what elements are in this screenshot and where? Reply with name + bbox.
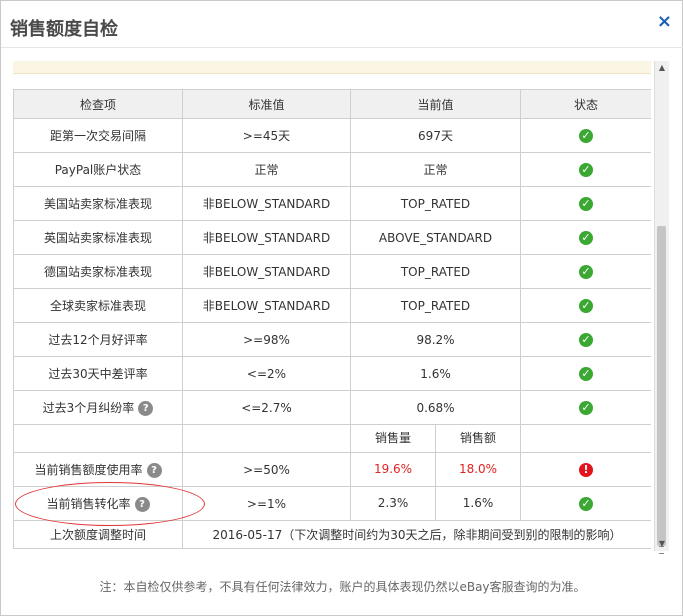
warning-icon: !: [579, 462, 593, 477]
usage-amount: 18.0%: [458, 462, 498, 476]
row-item: 德国站卖家标准表现: [13, 254, 183, 289]
footer-note: 注：本自检仅供参考，不具有任何法律效力，账户的具体表现仍然以eBay客服查询的为…: [99, 580, 586, 594]
table-header-row: 检查项 标准值 当前值 状态: [13, 89, 651, 119]
subheader-qty-label: 销售量: [351, 425, 436, 452]
check-icon: ✓: [579, 298, 593, 313]
conversion-standard: >=1%: [182, 486, 351, 521]
dialog-content: 检查项 标准值 当前值 状态 距第一次交易间隔 >=45天 697天 ✓ Pay…: [13, 61, 651, 551]
row-item: 美国站卖家标准表现: [13, 186, 183, 221]
row-item: PayPal账户状态: [13, 152, 183, 187]
row-item: 过去12个月好评率: [13, 322, 183, 357]
usage-qty: 19.6%: [351, 453, 436, 486]
conversion-current: 2.3% 1.6%: [350, 486, 521, 521]
usage-current: 19.6% 18.0%: [350, 452, 521, 487]
subheader-amount-label: 销售额: [459, 431, 496, 445]
usage-item-label: 当前销售额度使用率: [34, 463, 143, 477]
scroll-down-icon[interactable]: ▼: [655, 537, 669, 551]
check-icon: ✓: [579, 162, 593, 177]
row-item-label: 过去3个月纠纷率: [42, 401, 135, 415]
row-current: TOP_RATED: [350, 288, 521, 323]
check-table: 检查项 标准值 当前值 状态 距第一次交易间隔 >=45天 697天 ✓ Pay…: [13, 89, 651, 549]
close-icon[interactable]: ×: [657, 11, 672, 32]
check-icon: ✓: [579, 496, 593, 511]
usage-status: !: [520, 452, 651, 487]
table-row: 过去30天中差评率 <=2% 1.6% ✓: [13, 356, 651, 391]
row-status: ✓: [520, 118, 651, 153]
header-status: 状态: [520, 89, 651, 119]
table-row: 德国站卖家标准表现 非BELOW_STANDARD TOP_RATED ✓: [13, 254, 651, 289]
row-status: ✓: [520, 220, 651, 255]
row-item: 过去3个月纠纷率?: [13, 390, 183, 425]
row-current: 697天: [350, 118, 521, 153]
row-status: ✓: [520, 356, 651, 391]
empty-cell: [520, 424, 651, 453]
table-row: 英国站卖家标准表现 非BELOW_STANDARD ABOVE_STANDARD…: [13, 220, 651, 255]
check-icon: ✓: [579, 264, 593, 279]
usage-standard: >=50%: [182, 452, 351, 487]
row-standard: 正常: [182, 152, 351, 187]
table-row: 过去3个月纠纷率? <=2.7% 0.68% ✓: [13, 390, 651, 425]
row-standard: >=45天: [182, 118, 351, 153]
row-current: 0.68%: [350, 390, 521, 425]
check-icon: ✓: [579, 400, 593, 415]
row-item: 英国站卖家标准表现: [13, 220, 183, 255]
table-row: PayPal账户状态 正常 正常 ✓: [13, 152, 651, 187]
help-icon[interactable]: ?: [146, 463, 162, 478]
empty-cell: [13, 424, 183, 453]
row-current: 正常: [350, 152, 521, 187]
last-adjust-value: 2016-05-17（下次调整时间约为30天之后，除非期间受到别的限制的影响）: [182, 520, 651, 549]
dialog-title: 销售额度自检: [10, 19, 118, 40]
scrollbar[interactable]: ▲ ▼: [654, 61, 669, 554]
header-standard: 标准值: [182, 89, 351, 119]
row-status: ✓: [520, 390, 651, 425]
row-current: 98.2%: [350, 322, 521, 357]
scroll-up-icon[interactable]: ▲: [655, 61, 669, 75]
row-item: 过去30天中差评率: [13, 356, 183, 391]
row-status: ✓: [520, 288, 651, 323]
subheader-qty: 销售量 销售额: [350, 424, 521, 453]
table-row: 过去12个月好评率 >=98% 98.2% ✓: [13, 322, 651, 357]
check-icon: ✓: [579, 332, 593, 347]
row-standard: 非BELOW_STANDARD: [182, 254, 351, 289]
row-standard: 非BELOW_STANDARD: [182, 288, 351, 323]
table-row: 美国站卖家标准表现 非BELOW_STANDARD TOP_RATED ✓: [13, 186, 651, 221]
row-status: ✓: [520, 322, 651, 357]
check-icon: ✓: [579, 230, 593, 245]
sales-limit-dialog: 销售额度自检 × 检查项 标准值 当前值 状态 距第一次交易间隔 >=45天 6…: [0, 0, 683, 616]
row-current: TOP_RATED: [350, 186, 521, 221]
row-standard: <=2%: [182, 356, 351, 391]
row-status: ✓: [520, 254, 651, 289]
conversion-status: ✓: [520, 486, 651, 521]
header-item: 检查项: [13, 89, 183, 119]
help-icon[interactable]: ?: [138, 401, 154, 416]
conversion-amount: 1.6%: [462, 496, 494, 510]
check-icon: ✓: [579, 196, 593, 211]
row-item: 距第一次交易间隔: [13, 118, 183, 153]
row-standard: <=2.7%: [182, 390, 351, 425]
row-item: 全球卖家标准表现: [13, 288, 183, 323]
check-icon: ✓: [579, 128, 593, 143]
row-current: TOP_RATED: [350, 254, 521, 289]
row-status: ✓: [520, 186, 651, 221]
conversion-qty: 2.3%: [351, 487, 436, 520]
row-status: ✓: [520, 152, 651, 187]
scrollbar-thumb[interactable]: [657, 226, 666, 554]
row-current: 1.6%: [350, 356, 521, 391]
row-standard: 非BELOW_STANDARD: [182, 186, 351, 221]
table-row: 全球卖家标准表现 非BELOW_STANDARD TOP_RATED ✓: [13, 288, 651, 323]
highlight-oval: [15, 482, 205, 526]
divider: [1, 47, 683, 48]
empty-cell: [182, 424, 351, 453]
notice-banner: [13, 61, 651, 74]
row-standard: >=98%: [182, 322, 351, 357]
check-icon: ✓: [579, 366, 593, 381]
subheader-row: 销售量 销售额: [13, 424, 651, 453]
header-current: 当前值: [350, 89, 521, 119]
table-row: 距第一次交易间隔 >=45天 697天 ✓: [13, 118, 651, 153]
row-standard: 非BELOW_STANDARD: [182, 220, 351, 255]
row-current: ABOVE_STANDARD: [350, 220, 521, 255]
